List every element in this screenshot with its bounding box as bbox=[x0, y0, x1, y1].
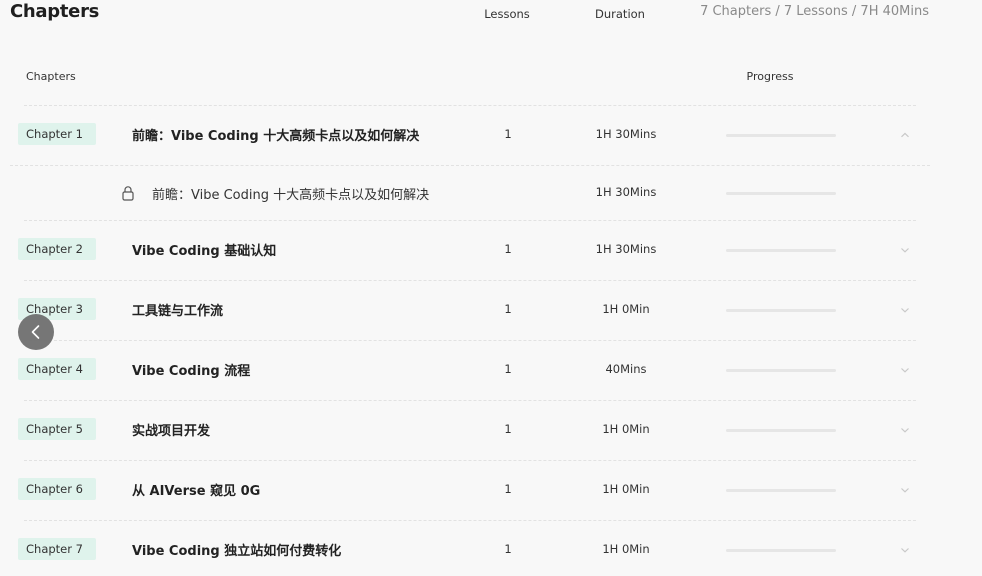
chevron-down-icon[interactable] bbox=[899, 424, 911, 436]
progress-bar bbox=[726, 429, 836, 432]
lesson-count: 1 bbox=[504, 127, 512, 141]
chapter-row-1[interactable]: Chapter 1 前瞻：Vibe Coding 十大高频卡点以及如何解决 1 … bbox=[0, 120, 982, 150]
page-title: Chapters bbox=[10, 1, 100, 22]
lesson-count: 1 bbox=[504, 542, 512, 556]
chapter-duration: 40Mins bbox=[605, 362, 647, 376]
progress-bar bbox=[726, 309, 836, 312]
chapter-title: 前瞻：Vibe Coding 十大高频卡点以及如何解决 bbox=[132, 129, 420, 144]
progress-bar bbox=[726, 134, 836, 137]
chevron-down-icon[interactable] bbox=[899, 364, 911, 376]
chapter-title: 从 AIVerse 窥见 0G bbox=[132, 484, 261, 499]
chapter-duration: 1H 0Min bbox=[602, 422, 650, 436]
chevron-up-icon[interactable] bbox=[899, 129, 911, 141]
lesson-count: 1 bbox=[504, 302, 512, 316]
chevron-down-icon[interactable] bbox=[899, 544, 911, 556]
column-header-progress: Progress bbox=[746, 70, 794, 83]
course-summary: 7 Chapters / 7 Lessons / 7H 40Mins bbox=[700, 4, 929, 19]
progress-bar bbox=[726, 192, 836, 195]
column-header-chapters: Chapters bbox=[26, 70, 76, 83]
chevron-left-icon bbox=[31, 325, 40, 339]
chapter-badge: Chapter 7 bbox=[18, 538, 96, 560]
chapter-badge: Chapter 5 bbox=[18, 418, 96, 440]
divider bbox=[24, 400, 916, 401]
progress-bar bbox=[726, 549, 836, 552]
divider bbox=[24, 280, 916, 281]
chapter-title: Vibe Coding 独立站如何付费转化 bbox=[132, 544, 342, 559]
chapter-row-7[interactable]: Chapter 7 Vibe Coding 独立站如何付费转化 1 1H 0Mi… bbox=[0, 535, 982, 565]
progress-bar bbox=[726, 249, 836, 252]
chapter-row-6[interactable]: Chapter 6 从 AIVerse 窥见 0G 1 1H 0Min bbox=[0, 475, 982, 505]
divider bbox=[24, 340, 916, 341]
lesson-count: 1 bbox=[504, 422, 512, 436]
progress-bar bbox=[726, 369, 836, 372]
chevron-down-icon[interactable] bbox=[899, 244, 911, 256]
lock-icon bbox=[122, 186, 134, 201]
chevron-down-icon[interactable] bbox=[899, 304, 911, 316]
chapter-title: Vibe Coding 基础认知 bbox=[132, 244, 277, 259]
lesson-count: 1 bbox=[504, 242, 512, 256]
chapter-duration: 1H 0Min bbox=[602, 302, 650, 316]
chapter-duration: 1H 0Min bbox=[602, 542, 650, 556]
chapter-row-4[interactable]: Chapter 4 Vibe Coding 流程 1 40Mins bbox=[0, 355, 982, 385]
chapter-badge: Chapter 2 bbox=[18, 238, 96, 260]
chapter-duration: 1H 30Mins bbox=[595, 242, 657, 256]
chevron-down-icon[interactable] bbox=[899, 484, 911, 496]
chapter-duration: 1H 0Min bbox=[602, 482, 650, 496]
lesson-title: 前瞻：Vibe Coding 十大高频卡点以及如何解决 bbox=[152, 188, 430, 203]
chapter-duration: 1H 30Mins bbox=[595, 127, 657, 141]
chapter-row-3[interactable]: Chapter 3 工具链与工作流 1 1H 0Min bbox=[0, 295, 982, 325]
lesson-count: 1 bbox=[504, 482, 512, 496]
lesson-duration: 1H 30Mins bbox=[595, 185, 657, 199]
chapter-title: Vibe Coding 流程 bbox=[132, 364, 251, 379]
back-button[interactable] bbox=[18, 314, 54, 350]
progress-bar bbox=[726, 489, 836, 492]
divider bbox=[24, 220, 916, 221]
column-header-lessons: Lessons bbox=[484, 7, 530, 21]
chapter-row-2[interactable]: Chapter 2 Vibe Coding 基础认知 1 1H 30Mins bbox=[0, 235, 982, 265]
lesson-count: 1 bbox=[504, 362, 512, 376]
divider bbox=[24, 460, 916, 461]
divider bbox=[24, 520, 916, 521]
chapter-badge: Chapter 1 bbox=[18, 123, 96, 145]
chapter-row-5[interactable]: Chapter 5 实战项目开发 1 1H 0Min bbox=[0, 415, 982, 445]
chapter-badge: Chapter 6 bbox=[18, 478, 96, 500]
column-header-duration: Duration bbox=[595, 7, 645, 21]
divider bbox=[10, 165, 930, 166]
lesson-row[interactable]: 前瞻：Vibe Coding 十大高频卡点以及如何解决 1H 30Mins bbox=[0, 178, 982, 208]
divider bbox=[24, 105, 916, 106]
chapter-title: 实战项目开发 bbox=[132, 424, 211, 439]
chapter-title: 工具链与工作流 bbox=[132, 304, 224, 319]
chapter-badge: Chapter 4 bbox=[18, 358, 96, 380]
